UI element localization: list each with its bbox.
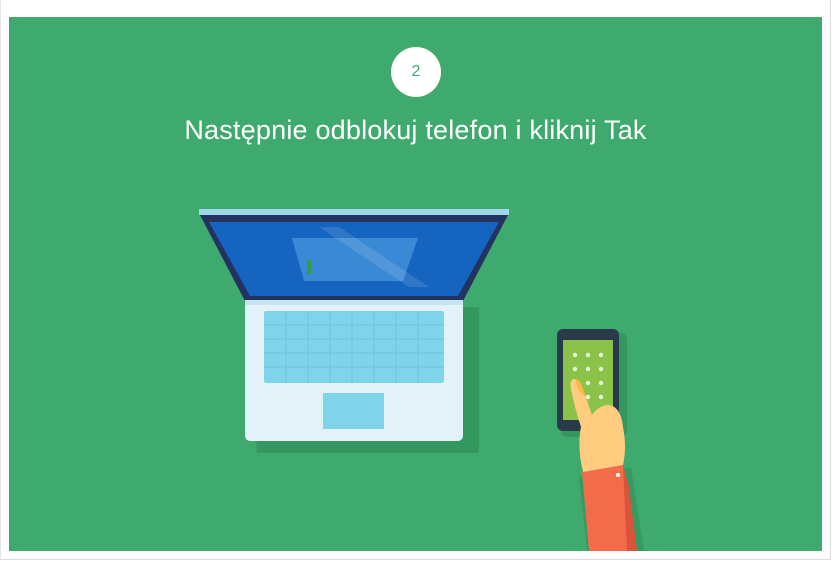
laptop-lid-top: [199, 209, 509, 215]
screen-cursor: [307, 260, 311, 274]
step-panel: 2 Następnie odblokuj telefon i kliknij T…: [9, 17, 822, 551]
touchpad: [323, 393, 384, 429]
laptop-illustration: [199, 209, 509, 441]
laptop-hinge: [245, 300, 463, 305]
sleeve-button: [616, 473, 620, 477]
keyboard: [264, 311, 444, 383]
illustration: [199, 209, 644, 551]
